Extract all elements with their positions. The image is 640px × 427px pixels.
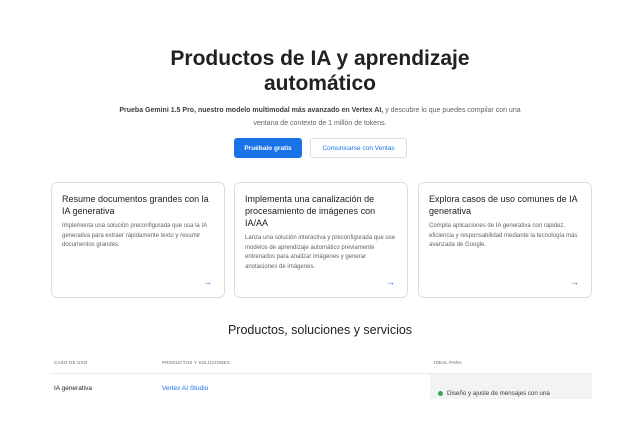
try-free-button[interactable]: Pruébalo gratis: [234, 138, 302, 158]
section-title: Productos, soluciones y servicios: [227, 323, 413, 337]
card-image-pipeline[interactable]: Implementa una canalización de procesami…: [234, 182, 408, 298]
arrow-right-icon[interactable]: →: [386, 278, 395, 287]
card-genai-use-cases[interactable]: Explora casos de uso comunes de IA gener…: [418, 182, 592, 298]
hero-subtitle: Prueba Gemini 1.5 Pro, nuestro modelo mu…: [110, 104, 530, 130]
card-body: Implementa una solución preconfigurada q…: [62, 223, 207, 248]
arrow-right-icon[interactable]: →: [203, 278, 212, 287]
column-header-products: PRODUCTOS Y SOLUCIONES: [162, 360, 230, 365]
ideal-for-item: Diseño y ajuste de mensajes con una: [438, 390, 550, 397]
column-header-ideal-for: IDEAL PARA: [434, 360, 463, 365]
contact-sales-button[interactable]: Comunicarse con Ventas: [310, 138, 407, 158]
check-dot-icon: [438, 391, 443, 396]
hero-subtitle-bold: Prueba Gemini 1.5 Pro, nuestro modelo mu…: [119, 107, 384, 114]
card-body: Compila aplicaciones de IA generativa co…: [429, 223, 578, 248]
ideal-for-text: Diseño y ajuste de mensajes con una: [447, 390, 550, 397]
column-header-use-case: CASO DE USO: [54, 360, 88, 365]
arrow-right-icon[interactable]: →: [570, 278, 579, 287]
card-title: Resume documentos grandes con la IA gene…: [62, 194, 209, 216]
card-body: Lanza una solución interactiva y preconf…: [245, 235, 396, 270]
ideal-for-panel: Diseño y ajuste de mensajes con una: [430, 374, 592, 399]
table-cell-use-case: IA generativa: [54, 385, 92, 392]
vertex-ai-studio-link[interactable]: Vertex AI Studio: [162, 385, 208, 392]
card-summarize-docs[interactable]: Resume documentos grandes con la IA gene…: [51, 182, 225, 298]
card-title: Implementa una canalización de procesami…: [245, 194, 376, 228]
page-title: Productos de IA y aprendizaje automático: [170, 47, 470, 95]
card-title: Explora casos de uso comunes de IA gener…: [429, 194, 578, 216]
